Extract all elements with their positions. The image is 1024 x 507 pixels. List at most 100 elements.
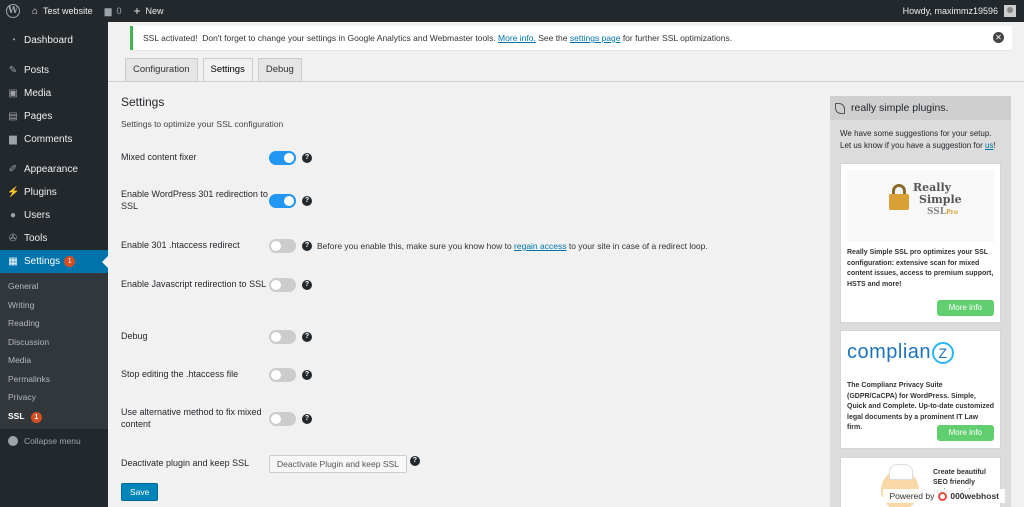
sidebar-item-plugins[interactable]: ⚡ Plugins (0, 181, 108, 204)
sidebar-item-label: Media (24, 88, 52, 99)
submenu-permalinks[interactable]: Permalinks (0, 370, 108, 389)
admin-bar: W ⌂ Test website ▆ 0 + New Howdy, maximm… (0, 0, 1024, 22)
sidebar-item-tools[interactable]: ✇ Tools (0, 227, 108, 250)
setting-row-debug: Debug ? (121, 330, 312, 344)
new-content-menu[interactable]: + New (128, 0, 170, 22)
sidebar-item-pages[interactable]: ▤ Pages (0, 105, 108, 128)
sidebar-item-dashboard[interactable]: ◔ Dashboard (0, 29, 108, 52)
stop-editing-htaccess-toggle[interactable] (269, 368, 296, 382)
htaccess-redirect-toggle[interactable] (269, 239, 296, 253)
site-name-menu[interactable]: ⌂ Test website (26, 0, 99, 22)
promo-intro-line2: Let us know if you have a suggestion for… (840, 140, 1001, 152)
js-redirect-toggle[interactable] (269, 278, 296, 292)
tab-settings[interactable]: Settings (202, 58, 253, 82)
complianz-logo: complian Z (847, 337, 994, 375)
alternative-method-toggle[interactable] (269, 411, 296, 426)
help-icon[interactable]: ? (302, 195, 312, 206)
sidebar-item-label: Pages (24, 111, 53, 122)
tab-debug[interactable]: Debug (257, 58, 302, 82)
dashboard-icon: ◔ (9, 35, 17, 46)
wp-logo-menu[interactable]: W (0, 0, 26, 22)
settings-badge: 1 (64, 256, 76, 267)
logo-word: Simple (919, 193, 962, 206)
sidebar-item-label: Tools (24, 233, 48, 244)
tab-configuration[interactable]: Configuration (125, 58, 198, 82)
collapse-icon (8, 436, 18, 446)
hint-text: Before you enable this, make sure you kn… (317, 241, 515, 251)
wrench-icon: ✇ (8, 233, 18, 244)
debug-toggle[interactable] (269, 330, 296, 344)
user-icon: ● (9, 210, 17, 221)
rsssl-pro-logo: Really Simple SSLPro (847, 170, 994, 242)
settings-submenu: General Writing Reading Discussion Media… (0, 273, 108, 429)
complianz-z-icon: Z (932, 341, 955, 364)
logo-word: SSLPro (913, 206, 962, 219)
my-account-menu[interactable]: Howdy, maximmz19596 (903, 5, 1024, 17)
sidebar-item-appearance[interactable]: ✐ Appearance (0, 158, 108, 181)
submenu-privacy[interactable]: Privacy (0, 388, 108, 407)
card-description: Really Simple SSL pro optimizes your SSL… (847, 249, 994, 288)
notice-text: SSL activated! Don't forget to change yo… (143, 33, 499, 43)
submenu-discussion[interactable]: Discussion (0, 333, 108, 352)
powered-label: Powered by (889, 491, 935, 501)
ssl-activated-notice: SSL activated! Don't forget to change yo… (130, 26, 1012, 50)
more-info-button[interactable]: More info (936, 300, 994, 316)
comments-count: 0 (116, 6, 122, 16)
more-info-link[interactable]: More info. (498, 33, 536, 43)
sidebar-item-settings[interactable]: ▦ Settings 1 (0, 250, 108, 273)
ssl-badge: 1 (30, 411, 42, 423)
notice-text-after: for further SSL optimizations. (620, 33, 733, 43)
sidebar-item-users[interactable]: ● Users (0, 204, 108, 227)
settings-page-link[interactable]: settings page (570, 33, 621, 43)
admin-sidebar: ◔ Dashboard ✎ Posts ▣ Media ▤ Pages ▆ Co… (0, 22, 108, 507)
help-icon[interactable]: ? (409, 456, 420, 466)
powered-by-badge[interactable]: Powered by 000webhost (883, 489, 1005, 503)
setting-row-wp-redirect: Enable WordPress 301 redirection to SSL … (121, 189, 312, 212)
comment-icon: ▆ (9, 134, 17, 145)
promo-title: really simple plugins. (851, 102, 949, 114)
comments-menu[interactable]: ▆ 0 (99, 0, 128, 22)
sidebar-item-posts[interactable]: ✎ Posts (0, 59, 108, 82)
setting-row-stop-editing-htaccess: Stop editing the .htaccess file ? (121, 368, 312, 382)
page-title: Settings (121, 95, 165, 109)
wp-redirect-toggle[interactable] (269, 193, 296, 208)
plugin-suggestions-panel: really simple plugins. We have some sugg… (830, 96, 1011, 507)
setting-row-mixed-content: Mixed content fixer ? (121, 151, 312, 165)
submenu-general[interactable]: General (0, 277, 108, 296)
promo-header: really simple plugins. (830, 96, 1011, 120)
comment-bubble-icon: ▆ (104, 5, 112, 16)
more-info-button[interactable]: More info (936, 425, 994, 441)
submenu-writing[interactable]: Writing (0, 296, 108, 315)
wordpress-logo-icon: W (6, 4, 20, 18)
settings-tabs: Configuration Settings Debug (125, 58, 307, 82)
promo-intro-text: Let us know if you have a suggestion for (840, 141, 985, 150)
padlock-icon (889, 184, 909, 210)
save-button[interactable]: Save (121, 483, 159, 501)
setting-label: Mixed content fixer (121, 152, 197, 163)
mixed-content-toggle[interactable] (269, 151, 296, 165)
greeting: Howdy, maximmz19596 (902, 6, 998, 16)
setting-label: Enable Javascript redirection to SSL (121, 279, 267, 290)
promo-card-rsssl-pro: Really Simple SSLPro Really Simple SSL p… (840, 163, 1001, 323)
help-icon[interactable]: ? (302, 280, 312, 290)
media-icon: ▣ (8, 88, 18, 99)
submenu-ssl-label: SSL (8, 410, 25, 421)
sidebar-item-media[interactable]: ▣ Media (0, 82, 108, 105)
submenu-reading[interactable]: Reading (0, 314, 108, 333)
deactivate-plugin-button[interactable]: Deactivate Plugin and keep SSL (269, 455, 407, 473)
setting-row-alternative-method: Use alternative method to fix mixed cont… (121, 407, 312, 430)
sidebar-item-label: Settings (24, 256, 61, 267)
help-icon[interactable]: ? (302, 153, 312, 163)
webhost-logo-icon (938, 491, 948, 501)
dismiss-icon[interactable]: ✕ (993, 32, 1004, 43)
help-icon[interactable]: ? (302, 413, 312, 424)
help-icon[interactable]: ? (302, 241, 312, 251)
submenu-ssl[interactable]: SSL 1 (0, 407, 108, 426)
setting-label: Deactivate plugin and keep SSL (121, 458, 250, 469)
help-icon[interactable]: ? (302, 332, 312, 342)
collapse-menu-button[interactable]: Collapse menu (0, 429, 108, 453)
submenu-media[interactable]: Media (0, 351, 108, 370)
help-icon[interactable]: ? (302, 370, 312, 380)
sidebar-item-comments[interactable]: ▆ Comments (0, 128, 108, 151)
regain-access-link[interactable]: regain access (514, 241, 566, 251)
